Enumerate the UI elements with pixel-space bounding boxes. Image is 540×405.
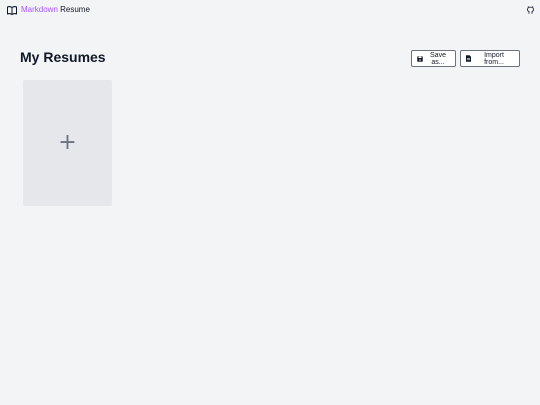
save-as-button[interactable]: Save as... [411,50,456,67]
brand-name-accent: Markdown [21,5,58,14]
github-icon [526,6,534,14]
import-from-label: Import from... [484,51,504,66]
import-from-button[interactable]: Import from... [460,50,520,67]
github-link[interactable] [526,6,534,14]
brand-name-rest: Resume [57,5,90,14]
new-resume-card[interactable]: + [23,80,112,206]
save-as-label: Save as... [430,51,446,66]
file-icon [466,55,471,62]
brand-link[interactable]: Markdown Resume [7,5,90,15]
book-open-icon [7,5,17,15]
page-title: My Resumes [20,49,106,65]
brand-name: Markdown Resume [21,5,90,15]
app-header: Markdown Resume [0,0,540,20]
save-icon [417,55,423,62]
resume-toolbar: Save as... Import from... [411,50,520,67]
plus-icon: + [58,130,77,155]
resume-grid: + [23,80,112,206]
